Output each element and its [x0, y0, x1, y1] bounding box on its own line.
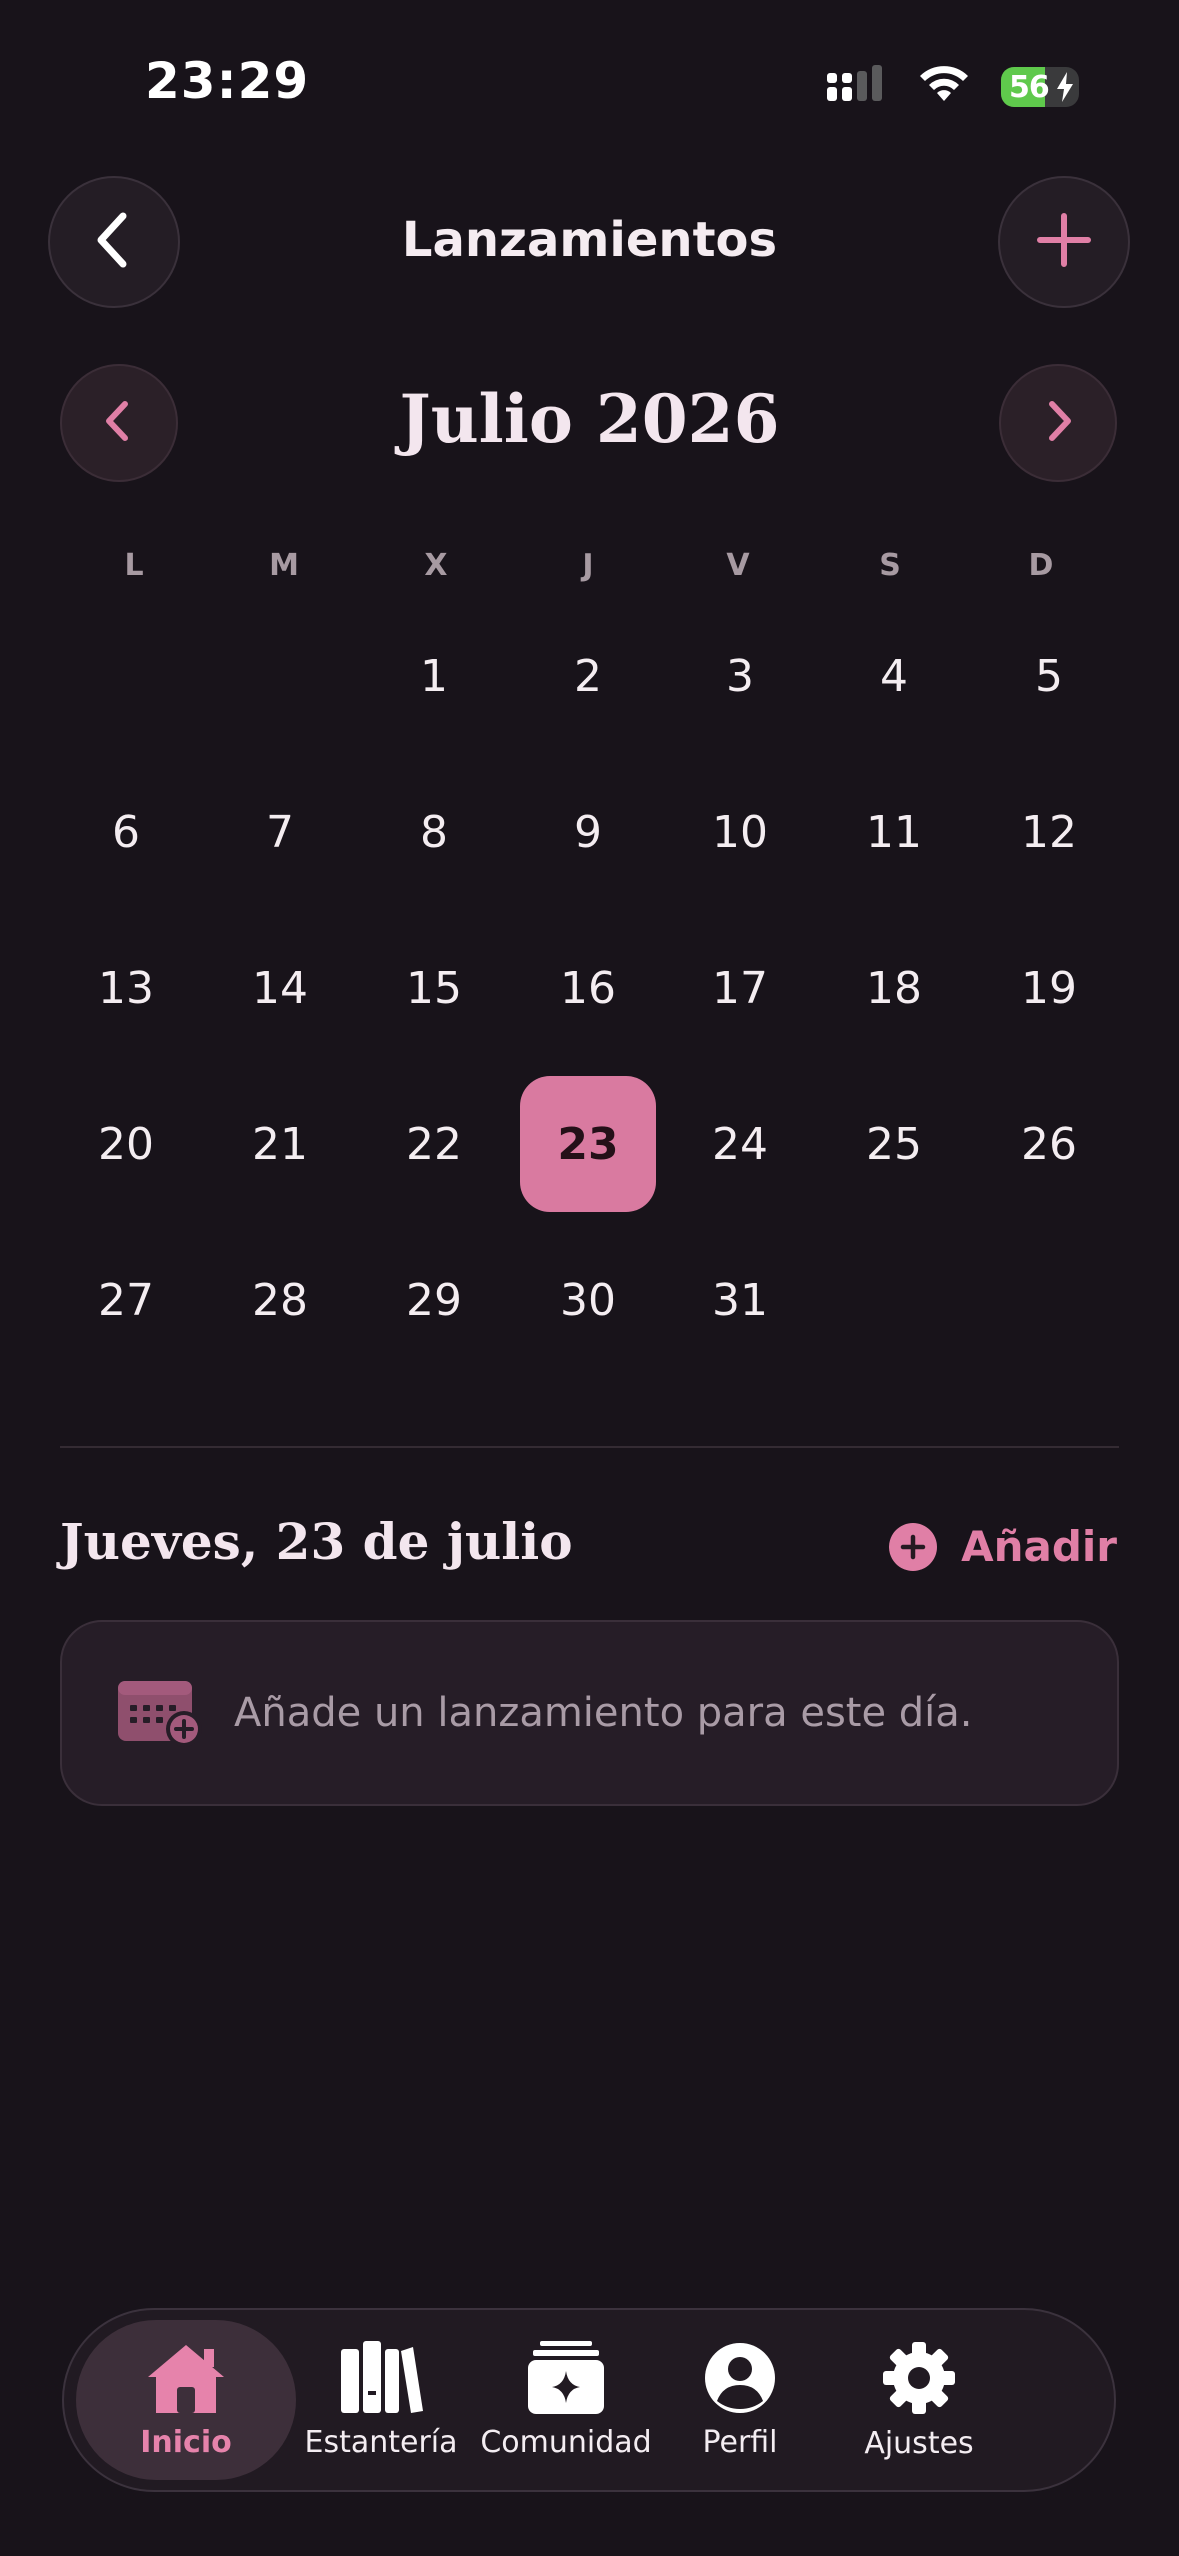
calendar-day[interactable]: 13 [58, 920, 194, 1056]
tab-label: Inicio [140, 2424, 232, 2460]
calendar-day[interactable]: 16 [520, 920, 656, 1056]
cellular-signal-icon [827, 65, 887, 109]
calendar-day[interactable]: 22 [366, 1076, 502, 1212]
weekday-label: J [582, 548, 594, 583]
calendar-day[interactable]: 30 [520, 1232, 656, 1368]
community-icon [524, 2340, 608, 2419]
calendar-day[interactable]: 18 [826, 920, 962, 1056]
calendar-day[interactable]: 21 [212, 1076, 348, 1212]
calendar-day[interactable]: 28 [212, 1232, 348, 1368]
calendar-day[interactable]: 4 [826, 608, 962, 744]
calendar-day[interactable]: 2 [520, 608, 656, 744]
calendar-day[interactable]: 24 [672, 1076, 808, 1212]
calendar-day[interactable]: 5 [981, 608, 1117, 744]
calendar-day[interactable]: 17 [672, 920, 808, 1056]
calendar-day[interactable]: 27 [58, 1232, 194, 1368]
plus-circle-icon [889, 1522, 938, 1571]
calendar-day[interactable]: 29 [366, 1232, 502, 1368]
battery-level: 56 [1009, 69, 1050, 105]
chevron-right-icon [1038, 396, 1078, 450]
calendar-day-selected[interactable]: 23 [520, 1076, 656, 1212]
calendar-day[interactable]: 26 [981, 1076, 1117, 1212]
calendar-day[interactable]: 19 [981, 920, 1117, 1056]
wifi-icon [917, 65, 971, 109]
weekday-label: X [424, 548, 448, 583]
weekday-header: L M X J V S D [0, 548, 1179, 588]
empty-day-card[interactable]: Añade un lanzamiento para este día. [60, 1620, 1119, 1806]
calendar-add-icon [116, 1675, 204, 1751]
home-icon [144, 2341, 228, 2419]
person-icon [703, 2341, 777, 2419]
calendar-day[interactable]: 11 [826, 764, 962, 900]
weekday-label: L [124, 548, 144, 583]
tab-label: Estantería [304, 2424, 458, 2460]
battery-indicator: 56 [1001, 67, 1079, 107]
weekday-label: S [879, 548, 901, 583]
add-release-button[interactable] [998, 176, 1130, 308]
calendar-day[interactable]: 1 [366, 608, 502, 744]
divider [60, 1446, 1119, 1448]
calendar-grid: 1 2 3 4 5 6 7 8 9 10 11 12 13 14 15 16 17 18 19 20 21 22 23 24 2… [0, 0, 1179, 1400]
bottom-tab-bar: Inicio Estantería Comunidad Perfil Ajust… [62, 2308, 1116, 2492]
calendar-day[interactable]: 31 [672, 1232, 808, 1368]
screen: 23:29 56 Lanzamientos Julio 2026 L M X J… [0, 0, 1179, 2556]
weekday-label: V [726, 548, 750, 583]
books-icon [339, 2340, 423, 2419]
status-icons: 56 [827, 62, 1079, 112]
calendar-day[interactable]: 15 [366, 920, 502, 1056]
next-month-button[interactable] [999, 364, 1117, 482]
calendar-day[interactable]: 7 [212, 764, 348, 900]
tab-inicio[interactable]: Inicio [76, 2320, 296, 2480]
calendar-day[interactable]: 3 [672, 608, 808, 744]
weekday-label: M [269, 548, 299, 583]
empty-day-text: Añade un lanzamiento para este día. [234, 1690, 973, 1736]
charging-bolt-icon [1055, 72, 1075, 106]
status-time: 23:29 [145, 52, 310, 110]
gear-icon [881, 2340, 957, 2420]
calendar-day[interactable]: 8 [366, 764, 502, 900]
calendar-day[interactable]: 20 [58, 1076, 194, 1212]
weekday-label: D [1028, 548, 1054, 583]
calendar-day[interactable]: 6 [58, 764, 194, 900]
selected-date-heading: Jueves, 23 de julio [60, 1512, 573, 1571]
tab-perfil[interactable]: Perfil [666, 2320, 814, 2480]
tab-label: Comunidad [480, 2424, 652, 2460]
add-label: Añadir [961, 1522, 1117, 1571]
calendar-day[interactable]: 9 [520, 764, 656, 900]
tab-ajustes[interactable]: Ajustes [844, 2320, 994, 2480]
add-release-link[interactable]: Añadir [889, 1522, 1117, 1571]
tab-label: Perfil [702, 2424, 778, 2460]
calendar-day[interactable]: 12 [981, 764, 1117, 900]
tab-label: Ajustes [864, 2425, 974, 2461]
calendar-day[interactable]: 14 [212, 920, 348, 1056]
plus-icon [1034, 210, 1094, 274]
calendar-day[interactable]: 10 [672, 764, 808, 900]
calendar-day[interactable]: 25 [826, 1076, 962, 1212]
tab-estanteria[interactable]: Estantería [296, 2320, 466, 2480]
tab-comunidad[interactable]: Comunidad [466, 2320, 666, 2480]
